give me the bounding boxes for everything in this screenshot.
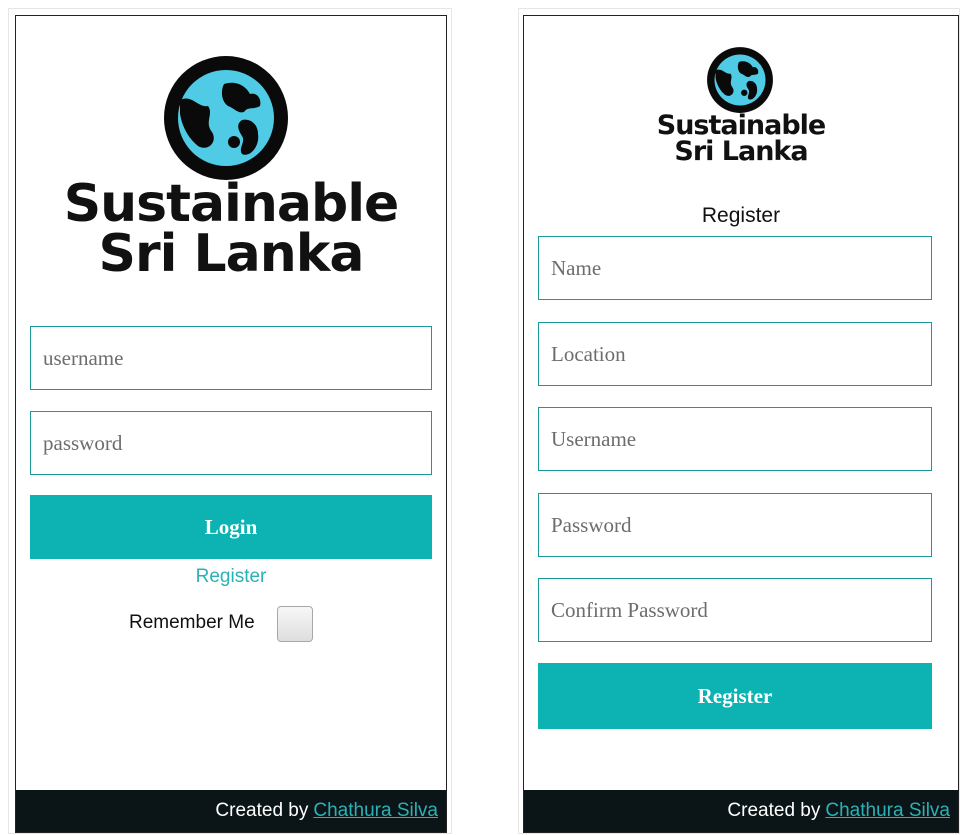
footer: Created by Chathura Silva: [524, 790, 958, 832]
register-heading: Register: [701, 204, 781, 227]
remember-me-label: Remember Me: [129, 612, 255, 633]
logo-line-2: Sri Lanka: [98, 224, 365, 284]
register-screen: Sustainable Sri Lanka Register Register …: [518, 8, 960, 834]
globe-icon: [707, 47, 773, 113]
logo-line-2: Sri Lanka: [674, 136, 808, 167]
author-link[interactable]: Chathura Silva: [313, 800, 438, 822]
logo-line-1: Sustainable: [656, 110, 826, 141]
username-input[interactable]: [538, 407, 932, 471]
logo-line-1: Sustainable: [63, 174, 400, 234]
remember-me-checkbox[interactable]: [277, 606, 313, 642]
globe-icon: [164, 56, 288, 180]
username-input[interactable]: [30, 326, 432, 390]
footer-prefix: Created by: [215, 800, 309, 821]
footer-prefix: Created by: [727, 800, 821, 821]
author-link[interactable]: Chathura Silva: [825, 800, 950, 822]
footer: Created by Chathura Silva: [16, 790, 446, 832]
confirm-password-input[interactable]: [538, 578, 932, 642]
login-frame: Sustainable Sri Lanka Login Register Rem…: [15, 15, 447, 833]
password-input[interactable]: [30, 411, 432, 475]
register-button[interactable]: Register: [538, 663, 932, 729]
login-screen: Sustainable Sri Lanka Login Register Rem…: [8, 8, 452, 834]
register-frame: Sustainable Sri Lanka Register Register …: [523, 15, 959, 833]
name-input[interactable]: [538, 236, 932, 300]
login-button[interactable]: Login: [30, 495, 432, 559]
password-input[interactable]: [538, 493, 932, 557]
location-input[interactable]: [538, 322, 932, 386]
register-link[interactable]: Register: [196, 566, 267, 587]
